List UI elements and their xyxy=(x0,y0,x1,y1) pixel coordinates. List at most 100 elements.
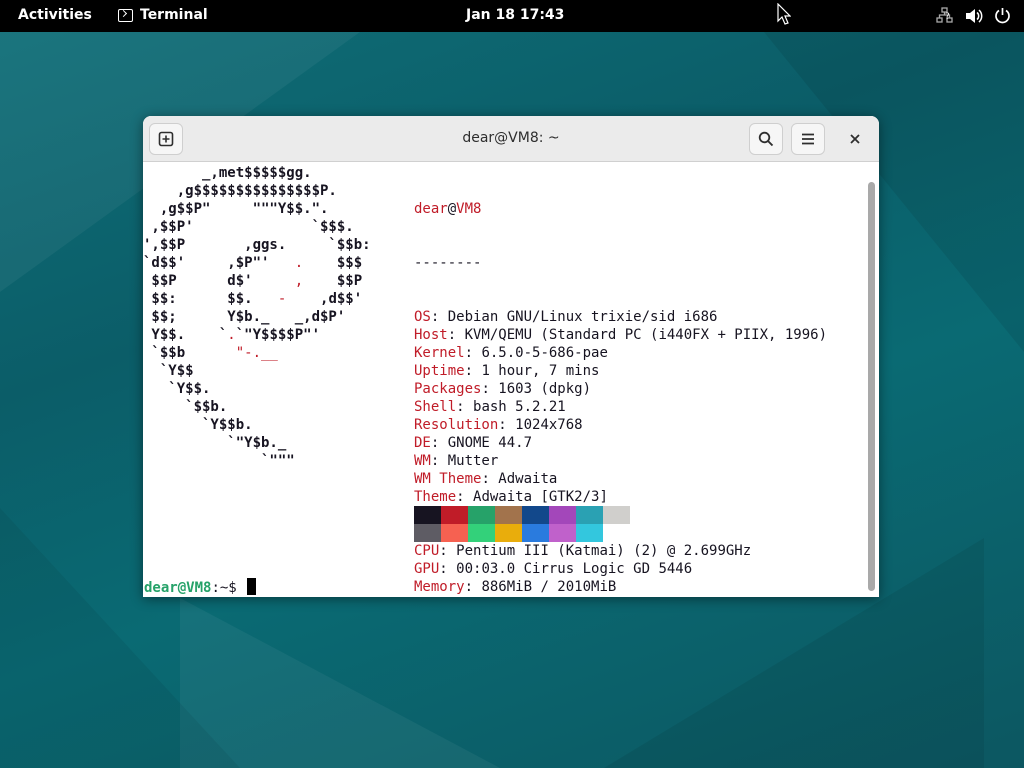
info-value: 886MiB / 2010MiB xyxy=(481,579,617,595)
info-value: Debian GNU/Linux trixie/sid i686 xyxy=(447,309,718,325)
info-row: Host: KVM/QEMU (Standard PC (i440FX + PI… xyxy=(414,327,828,343)
info-value: KVM/QEMU (Standard PC (i440FX + PIIX, 19… xyxy=(464,327,828,343)
network-icon[interactable]: ? xyxy=(935,6,954,25)
color-swatch xyxy=(495,524,522,542)
text-cursor xyxy=(247,578,257,595)
logo-line: Y$$. `.`"Y$$$$P"' xyxy=(143,327,321,343)
logo-line: `""" xyxy=(143,453,295,469)
info-row: CPU: Pentium III (Katmai) (2) @ 2.699GHz xyxy=(414,543,752,559)
info-row: WM: Mutter xyxy=(414,453,499,469)
info-value: 1 hour, 7 mins xyxy=(481,363,600,379)
close-button[interactable] xyxy=(843,127,867,151)
color-swatch xyxy=(441,524,468,542)
color-swatch xyxy=(603,506,630,524)
info-label: Theme xyxy=(414,489,457,505)
info-row: DE: GNOME 44.7 xyxy=(414,435,533,451)
power-icon[interactable] xyxy=(993,6,1012,25)
main-menu-button[interactable] xyxy=(791,123,825,155)
info-value: Adwaita xyxy=(498,471,558,487)
info-row: Uptime: 1 hour, 7 mins xyxy=(414,363,600,379)
color-palette xyxy=(414,506,630,542)
search-button[interactable] xyxy=(749,123,783,155)
terminal-icon xyxy=(118,8,133,22)
info-label: CPU xyxy=(414,543,440,559)
info-row: Resolution: 1024x768 xyxy=(414,417,583,433)
color-swatch xyxy=(468,506,495,524)
info-row: WM Theme: Adwaita xyxy=(414,471,558,487)
info-row: Shell: bash 5.2.21 xyxy=(414,399,566,415)
top-bar: Activities Terminal Jan 18 17:43 ? xyxy=(0,0,1024,32)
mouse-pointer-icon xyxy=(777,2,792,29)
color-swatch xyxy=(414,524,441,542)
app-menu-label: Terminal xyxy=(140,7,208,23)
system-tray[interactable]: ? xyxy=(935,6,1012,25)
logo-line: ,$$P' `$$$. xyxy=(143,219,354,235)
logo-line: `$$b "-.__ xyxy=(143,345,278,361)
terminal-view[interactable]: _,met$$$$$gg. ,g$$$$$$$$$$$$$$$P. ,g$$P"… xyxy=(143,162,865,597)
color-swatch xyxy=(495,506,522,524)
info-value: Pentium III (Katmai) (2) @ 2.699GHz xyxy=(456,543,752,559)
svg-text:?: ? xyxy=(945,12,950,22)
logo-line: $$P d$' , $$P xyxy=(143,273,363,289)
info-row: Memory: 886MiB / 2010MiB xyxy=(414,579,617,595)
logo-line: `"Y$b._ xyxy=(143,435,287,451)
info-row: Theme: Adwaita [GTK2/3] xyxy=(414,489,608,505)
info-label: Memory xyxy=(414,579,465,595)
info-label: Shell xyxy=(414,399,457,415)
color-swatch xyxy=(522,524,549,542)
hamburger-menu-icon xyxy=(802,133,814,145)
info-row: Packages: 1603 (dpkg) xyxy=(414,381,592,397)
color-swatch xyxy=(576,506,603,524)
logo-line: ,g$$$$$$$$$$$$$$$P. xyxy=(143,183,337,199)
volume-icon[interactable] xyxy=(964,6,983,25)
info-row: OS: Debian GNU/Linux trixie/sid i686 xyxy=(414,309,718,325)
info-fields: OS: Debian GNU/Linux trixie/sid i686 Host… xyxy=(414,308,827,596)
logo-line: `Y$$. xyxy=(143,381,211,397)
info-value: 00:03.0 Cirrus Logic GD 5446 xyxy=(456,561,693,577)
logo-line: ',$$P ,ggs. `$$b: xyxy=(143,237,371,253)
search-icon xyxy=(758,131,774,147)
info-value: Mutter xyxy=(447,453,499,469)
color-swatch xyxy=(549,524,576,542)
logo-line: $$: $$. - ,d$$' xyxy=(143,291,363,307)
info-title: dear@VM8 xyxy=(414,201,482,217)
info-separator: -------- xyxy=(414,255,482,271)
info-label: WM Theme xyxy=(414,471,482,487)
color-swatch xyxy=(549,506,576,524)
logo-line: $$; Y$b._ _,d$P' xyxy=(143,309,346,325)
clock-button[interactable]: Jan 18 17:43 xyxy=(466,7,564,23)
scrollbar-thumb[interactable] xyxy=(868,182,875,591)
color-swatch xyxy=(468,524,495,542)
color-swatch xyxy=(441,506,468,524)
color-swatch xyxy=(576,524,603,542)
info-row: GPU: 00:03.0 Cirrus Logic GD 5446 xyxy=(414,561,693,577)
scrollbar[interactable] xyxy=(865,162,879,597)
activities-button[interactable]: Activities xyxy=(18,7,92,23)
info-row: Kernel: 6.5.0-5-686-pae xyxy=(414,345,608,361)
info-value: 6.5.0-5-686-pae xyxy=(481,345,608,361)
logo-line: ,g$$P" """Y$$.". xyxy=(143,201,329,217)
terminal-window[interactable]: dear@VM8: ~ _,met$$$$$gg. ,g$$$$$$$$$$$$… xyxy=(143,116,879,597)
color-swatch xyxy=(414,506,441,524)
info-value: 1603 (dpkg) xyxy=(498,381,592,397)
info-label: Uptime xyxy=(414,363,465,379)
debian-ascii-logo: _,met$$$$$gg. ,g$$$$$$$$$$$$$$$P. ,g$$P"… xyxy=(143,164,371,470)
info-label: Resolution xyxy=(414,417,499,433)
color-swatch xyxy=(603,524,630,542)
logo-line: `d$$' ,$P"' . $$$ xyxy=(143,255,363,271)
info-value: bash 5.2.21 xyxy=(473,399,566,415)
info-value: GNOME 44.7 xyxy=(447,435,533,451)
info-value: 1024x768 xyxy=(515,417,583,433)
logo-line: `$$b. xyxy=(143,399,228,415)
palette-row xyxy=(414,506,630,524)
shell-prompt[interactable]: dear@VM8:~$ xyxy=(144,578,257,597)
header-bar: dear@VM8: ~ xyxy=(143,116,879,162)
app-menu-button[interactable]: Terminal xyxy=(118,7,208,23)
logo-line: `Y$$ xyxy=(143,363,194,379)
info-label: WM xyxy=(414,453,431,469)
info-label: OS xyxy=(414,309,431,325)
logo-line: _,met$$$$$gg. xyxy=(143,165,312,181)
info-label: Host xyxy=(414,327,448,343)
info-label: DE xyxy=(414,435,431,451)
info-label: Kernel xyxy=(414,345,465,361)
